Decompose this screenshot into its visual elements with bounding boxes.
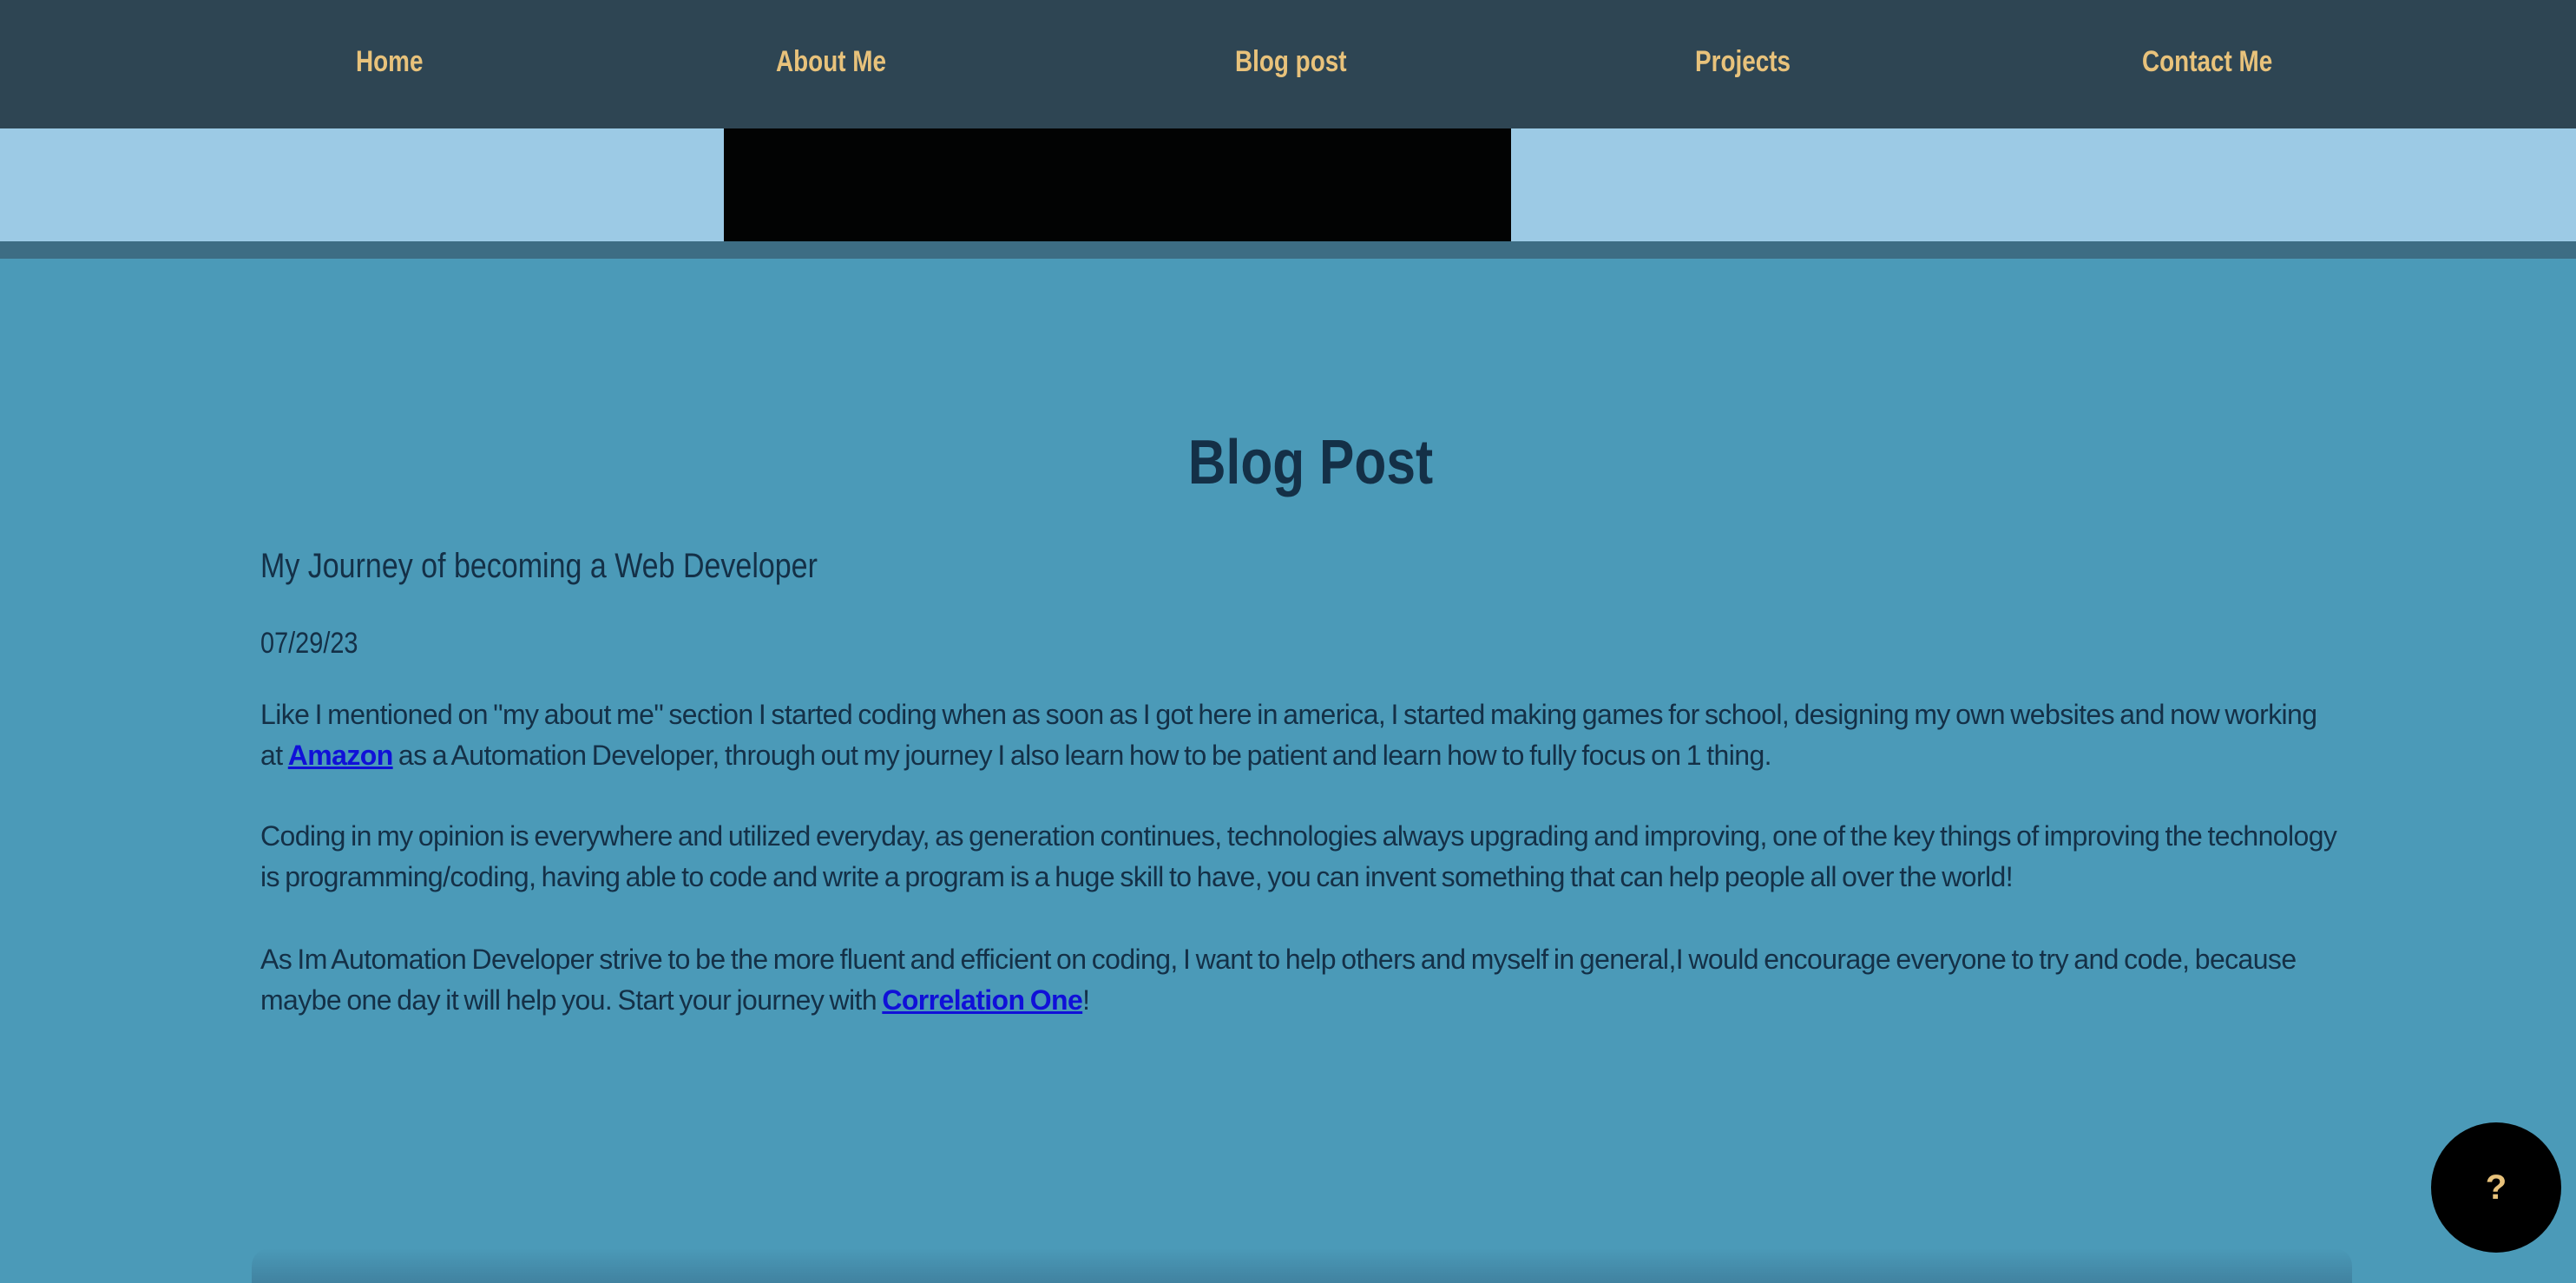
nav-item-about-me[interactable]: About Me — [776, 45, 886, 79]
paragraph-1-text-end: as a Automation Developer, through out m… — [392, 740, 1772, 771]
post-paragraph-2: Coding in my opinion is everywhere and u… — [260, 820, 2337, 892]
paragraph-3-text: As Im Automation Developer strive to be … — [260, 944, 2297, 1016]
post-title: My Journey of becoming a Web Developer — [260, 547, 818, 585]
amazon-link[interactable]: Amazon — [288, 740, 393, 771]
post-paragraph-1: Like I mentioned on "my about me" sectio… — [260, 694, 2343, 776]
banner-image — [724, 128, 1511, 241]
post-date: 07/29/23 — [260, 627, 358, 660]
paragraph-3-text-end: ! — [1082, 984, 1090, 1016]
footer-shadow — [252, 1248, 2352, 1283]
nav-item-blog-post[interactable]: Blog post — [1235, 45, 1347, 79]
correlation-one-link[interactable]: Correlation One — [882, 984, 1082, 1016]
nav-item-home[interactable]: Home — [356, 45, 423, 79]
nav-item-contact-me[interactable]: Contact Me — [2142, 45, 2272, 79]
question-mark-icon: ? — [2485, 1168, 2507, 1207]
page-title: Blog Post — [1187, 428, 1434, 497]
nav-item-projects[interactable]: Projects — [1695, 45, 1791, 79]
top-navbar: Home About Me Blog post Projects Contact… — [0, 0, 2576, 128]
help-button[interactable]: ? — [2431, 1122, 2561, 1253]
banner-divider — [0, 241, 2576, 259]
post-paragraph-3: As Im Automation Developer strive to be … — [260, 939, 2343, 1021]
